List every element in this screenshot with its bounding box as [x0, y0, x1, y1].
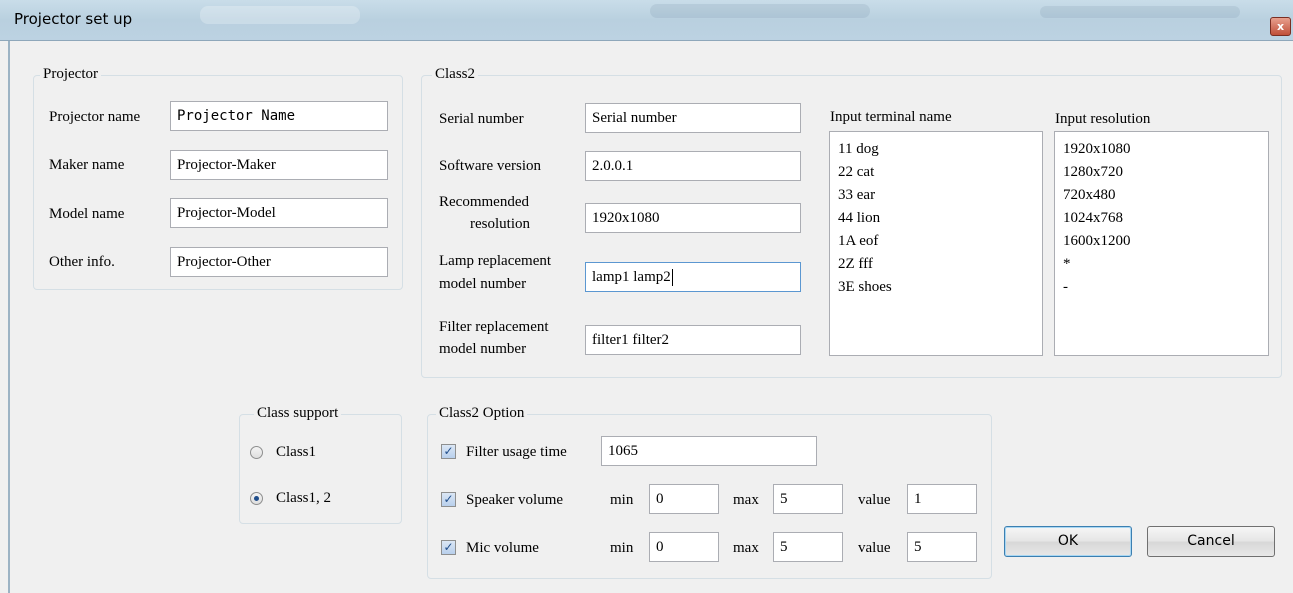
filter-label-line1: Filter replacement [439, 319, 549, 335]
mic-max-input[interactable]: 5 [773, 532, 843, 562]
list-item[interactable]: 1600x1200 [1063, 230, 1268, 253]
title-bar: Projector set up x [0, 0, 1293, 41]
list-item[interactable]: 1024x768 [1063, 207, 1268, 230]
software-version-label: Software version [439, 158, 542, 174]
model-name-label: Model name [49, 206, 125, 222]
recommended-label-line2: resolution [470, 216, 530, 232]
recommended-resolution-input[interactable]: 1920x1080 [585, 203, 801, 233]
cancel-button[interactable]: Cancel [1147, 526, 1275, 557]
mic-min-label: min [610, 540, 634, 556]
list-item[interactable]: 22 cat [838, 161, 1042, 184]
class1-radio[interactable] [250, 446, 263, 459]
speaker-max-input[interactable]: 5 [773, 484, 843, 514]
class-support-legend: Class support [254, 405, 342, 422]
speaker-max-label: max [733, 492, 759, 508]
lamp-model-value: lamp1 lamp2 [592, 269, 671, 285]
input-terminal-header: Input terminal name [830, 109, 952, 125]
ok-button[interactable]: OK [1004, 526, 1132, 557]
recommended-label-line1: Recommended [439, 194, 529, 210]
filter-label-line2: model number [439, 341, 527, 357]
list-item[interactable]: 1280x720 [1063, 161, 1268, 184]
list-item[interactable]: 1A eof [838, 230, 1042, 253]
class2-option-legend: Class2 Option [436, 405, 528, 422]
software-version-input[interactable]: 2.0.0.1 [585, 151, 801, 181]
filter-usage-label[interactable]: Filter usage time [466, 443, 567, 461]
mic-min-input[interactable]: 0 [649, 532, 719, 562]
speaker-volume-checkbox[interactable]: ✓ [441, 492, 456, 507]
speaker-value-input[interactable]: 1 [907, 484, 977, 514]
serial-number-input[interactable]: Serial number [585, 103, 801, 133]
window-title: Projector set up [14, 10, 133, 28]
other-info-input[interactable]: Projector-Other [170, 247, 388, 277]
projector-name-label: Projector name [49, 109, 141, 125]
input-resolution-header: Input resolution [1055, 111, 1151, 127]
projector-name-input[interactable]: Projector Name [170, 101, 388, 131]
class1-label[interactable]: Class1 [276, 443, 316, 461]
class1-2-radio[interactable] [250, 492, 263, 505]
titlebar-decoration [650, 4, 870, 18]
filter-model-input[interactable]: filter1 filter2 [585, 325, 801, 355]
list-item[interactable]: 44 lion [838, 207, 1042, 230]
lamp-label-line2: model number [439, 276, 527, 292]
filter-usage-checkbox[interactable]: ✓ [441, 444, 456, 459]
speaker-value-label: value [858, 492, 891, 508]
lamp-label-line1: Lamp replacement [439, 253, 552, 269]
list-item[interactable]: 33 ear [838, 184, 1042, 207]
list-item[interactable]: 1920x1080 [1063, 138, 1268, 161]
list-item[interactable]: - [1063, 276, 1268, 299]
maker-name-label: Maker name [49, 157, 125, 173]
input-resolution-list[interactable]: 1920x1080 1280x720 720x480 1024x768 1600… [1054, 131, 1269, 356]
filter-usage-input[interactable]: 1065 [601, 436, 817, 466]
list-item[interactable]: 11 dog [838, 138, 1042, 161]
lamp-model-input[interactable]: lamp1 lamp2 [585, 262, 801, 292]
mic-max-label: max [733, 540, 759, 556]
radio-selected-dot [254, 496, 259, 501]
model-name-input[interactable]: Projector-Model [170, 198, 388, 228]
maker-name-input[interactable]: Projector-Maker [170, 150, 388, 180]
serial-number-label: Serial number [439, 111, 524, 127]
mic-value-input[interactable]: 5 [907, 532, 977, 562]
class1-2-label[interactable]: Class1, 2 [276, 489, 331, 507]
list-item[interactable]: * [1063, 253, 1268, 276]
list-item[interactable]: 3E shoes [838, 276, 1042, 299]
text-caret [671, 269, 673, 287]
mic-volume-label[interactable]: Mic volume [466, 539, 539, 557]
speaker-min-label: min [610, 492, 634, 508]
mic-value-label: value [858, 540, 891, 556]
close-icon[interactable]: x [1270, 17, 1291, 36]
titlebar-decoration [200, 6, 360, 24]
mic-volume-checkbox[interactable]: ✓ [441, 540, 456, 555]
projector-legend: Projector [40, 66, 101, 83]
class-support-group: Class support [239, 405, 402, 524]
speaker-volume-label[interactable]: Speaker volume [466, 491, 563, 509]
class2-legend: Class2 [432, 66, 479, 83]
list-item[interactable]: 720x480 [1063, 184, 1268, 207]
titlebar-decoration [1040, 6, 1240, 18]
other-info-label: Other info. [49, 254, 115, 270]
speaker-min-input[interactable]: 0 [649, 484, 719, 514]
input-terminal-list[interactable]: 11 dog 22 cat 33 ear 44 lion 1A eof 2Z f… [829, 131, 1043, 356]
list-item[interactable]: 2Z fff [838, 253, 1042, 276]
